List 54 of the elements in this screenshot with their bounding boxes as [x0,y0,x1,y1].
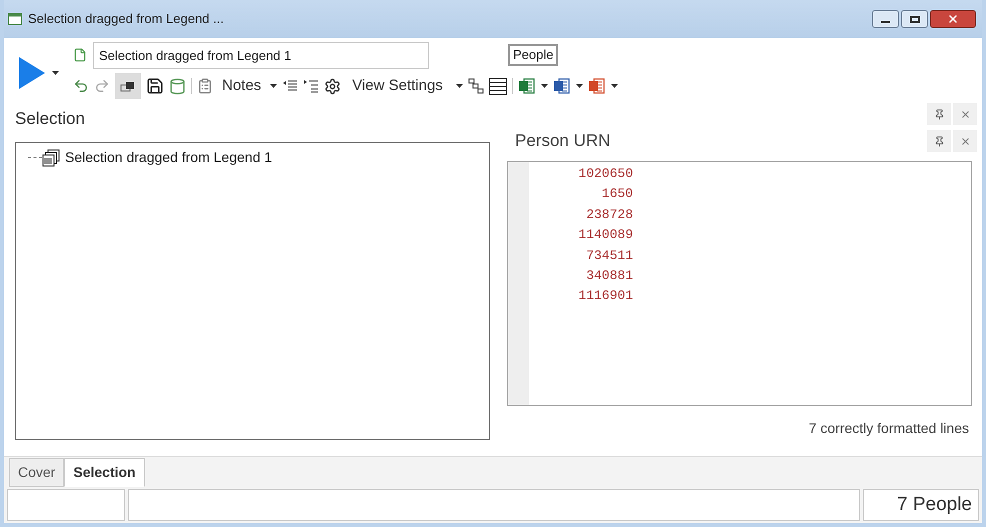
tab[interactable]: Selection [64,458,145,487]
dropdown-caret-icon[interactable] [270,84,278,88]
run-icon[interactable] [18,56,46,90]
window-icon [8,13,22,25]
name-field[interactable]: Selection dragged from Legend 1 [93,42,429,68]
dropdown-caret-icon[interactable] [576,84,583,88]
clipboard-icon[interactable] [197,78,213,94]
urn-line: 1116901 [578,287,633,306]
close-icon [960,108,970,120]
pin-icon [934,108,944,120]
urn-line: 1020650 [578,165,633,183]
excel-icon[interactable] [518,77,536,95]
urn-line: 734511 [586,246,633,265]
notes-button[interactable]: Notes [218,74,266,98]
validation-status: 7 correctly formatted lines [808,419,969,438]
panel-title: Person URN [515,130,610,152]
save-icon[interactable] [146,77,164,95]
urn-line: 1650 [602,185,633,204]
close-button[interactable] [953,103,977,125]
urn-line: 238728 [586,206,633,224]
view-settings-button[interactable]: View Settings [348,74,447,98]
pin-button[interactable] [927,130,951,152]
table-icon[interactable] [488,78,507,94]
indent-icon[interactable] [303,79,320,93]
tree-item[interactable]: Selection dragged from Legend 1 [65,147,272,168]
stacked-pages-icon [42,148,60,166]
word-icon[interactable] [552,77,571,95]
window-title: Selection dragged from Legend ... [28,10,224,28]
people-count: 7 People [896,492,972,517]
urn-line: 340881 [586,267,633,286]
document-icon [73,48,87,62]
powerpoint-icon[interactable] [588,77,606,95]
urn-line: 1140089 [578,226,633,244]
close-icon [960,136,970,146]
pin-button[interactable] [927,103,951,125]
hierarchy-icon[interactable] [468,78,484,94]
dropdown-caret-icon[interactable] [456,84,463,88]
minimize-button[interactable] [872,10,899,28]
close-button[interactable] [953,130,977,152]
close-icon [947,13,959,25]
close-window-button[interactable] [930,10,976,28]
database-icon[interactable] [169,78,186,94]
pin-icon [934,136,944,146]
maximize-button[interactable] [901,10,928,28]
dropdown-caret-icon[interactable] [610,84,618,88]
undo-icon[interactable] [73,78,89,94]
panel-title: Selection [15,108,85,130]
tab[interactable]: Cover [9,458,64,487]
outdent-icon[interactable] [282,79,298,93]
settings-icon[interactable] [324,78,342,94]
urn-text-area[interactable]: 1020650 1650 238728 1140089 734511 340881 1116901 [507,161,972,406]
dropdown-caret-icon[interactable] [52,70,59,74]
dropdown-caret-icon[interactable] [540,84,548,88]
type-badge: People [508,44,558,66]
